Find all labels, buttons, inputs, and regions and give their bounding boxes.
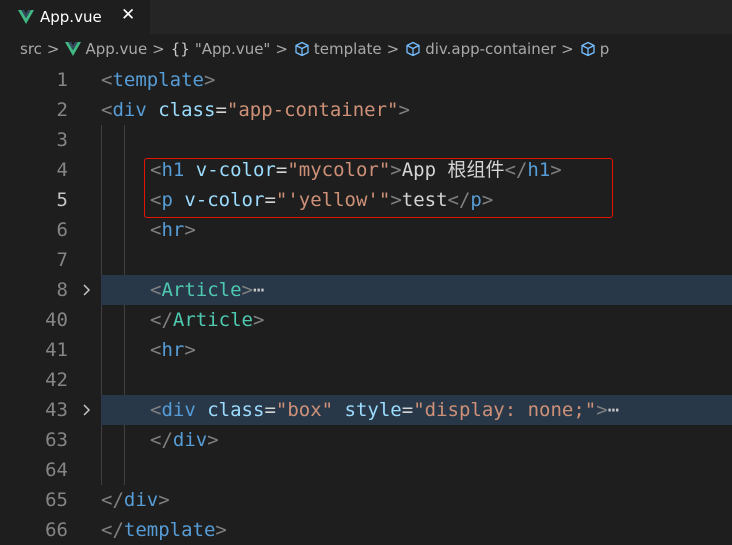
- chevron-right-icon[interactable]: [80, 395, 94, 425]
- code-line: 66 </template>: [0, 515, 732, 545]
- line-number: 42: [45, 369, 68, 391]
- vue-icon: [18, 10, 34, 24]
- code-line-folded: 43 <div class="box" style="display: none…: [0, 395, 732, 425]
- code-line: 7: [0, 245, 732, 275]
- breadcrumb-script-label: "App.vue": [194, 40, 271, 58]
- code-line: 3: [0, 125, 732, 155]
- tab-label: App.vue: [40, 8, 102, 26]
- vue-icon: [65, 42, 82, 56]
- chevron-right-icon: >: [275, 40, 288, 58]
- braces-icon: {}: [170, 40, 190, 58]
- line-number: 2: [56, 99, 68, 121]
- breadcrumb-container-label: div.app-container: [425, 40, 557, 58]
- breadcrumb-template[interactable]: template: [294, 40, 382, 58]
- chevron-right-icon: >: [386, 40, 400, 58]
- breadcrumb-container[interactable]: div.app-container: [405, 40, 556, 58]
- breadcrumb-p[interactable]: p: [580, 40, 610, 58]
- code-text: </div>: [101, 489, 170, 511]
- line-number: 66: [45, 519, 68, 541]
- tab-app-vue[interactable]: App.vue ✕: [0, 0, 150, 34]
- breadcrumb-file-label: App.vue: [85, 40, 148, 58]
- cube-icon: [406, 41, 420, 57]
- fold-ellipsis[interactable]: ⋯: [253, 279, 264, 301]
- fold-ellipsis[interactable]: ⋯: [608, 399, 619, 421]
- line-number: 40: [45, 309, 68, 331]
- line-number: 1: [56, 69, 68, 91]
- line-number: 8: [56, 279, 68, 301]
- code-text: <hr>: [150, 219, 196, 241]
- tab-bar: App.vue ✕: [0, 0, 732, 34]
- breadcrumb-src[interactable]: src: [20, 40, 42, 58]
- line-number: 6: [56, 219, 68, 241]
- chevron-right-icon: >: [46, 40, 60, 58]
- breadcrumb-script[interactable]: {} "App.vue": [171, 40, 271, 58]
- line-number: 63: [45, 429, 68, 451]
- code-text: <div class="box" style="display: none;">…: [150, 399, 620, 421]
- code-line: 64: [0, 455, 732, 485]
- code-editor[interactable]: 1 <template> 2 <div class="app-container…: [0, 65, 732, 544]
- code-text: <Article>⋯: [150, 279, 265, 301]
- code-line: 2 <div class="app-container">: [0, 95, 732, 125]
- line-number: 5: [56, 189, 68, 211]
- line-number: 3: [56, 129, 68, 151]
- code-line: 42: [0, 365, 732, 395]
- code-line: 40 </Article>: [0, 305, 732, 335]
- code-text: <hr>: [150, 339, 196, 361]
- code-text: </template>: [101, 519, 227, 541]
- line-number: 4: [56, 159, 68, 181]
- code-text: <div class="app-container">: [101, 99, 410, 121]
- code-line: 6 <hr>: [0, 215, 732, 245]
- breadcrumb-file[interactable]: App.vue: [65, 40, 147, 58]
- close-icon[interactable]: ✕: [121, 5, 135, 25]
- code-text: </div>: [150, 429, 219, 451]
- chevron-right-icon[interactable]: [80, 275, 94, 305]
- chevron-right-icon: >: [152, 40, 165, 58]
- code-text: <template>: [101, 69, 216, 91]
- line-number: 41: [45, 339, 68, 361]
- code-text: </Article>: [150, 309, 265, 331]
- cube-icon: [581, 41, 595, 57]
- breadcrumb-p-label: p: [599, 40, 610, 58]
- code-line: 65 </div>: [0, 485, 732, 515]
- cube-icon: [295, 41, 309, 57]
- code-line: 1 <template>: [0, 65, 732, 95]
- line-number: 7: [56, 249, 68, 271]
- line-number: 64: [45, 459, 68, 481]
- breadcrumb-template-label: template: [313, 40, 382, 58]
- highlight-annotation-box: [144, 158, 613, 218]
- line-number: 43: [45, 399, 68, 421]
- breadcrumb: src > App.vue > {} "App.vue" > template …: [0, 34, 732, 64]
- chevron-right-icon: >: [561, 40, 574, 58]
- code-line: 63 </div>: [0, 425, 732, 455]
- code-line: 41 <hr>: [0, 335, 732, 365]
- code-line-folded: 8 <Article>⋯: [0, 275, 732, 305]
- line-number: 65: [45, 489, 68, 511]
